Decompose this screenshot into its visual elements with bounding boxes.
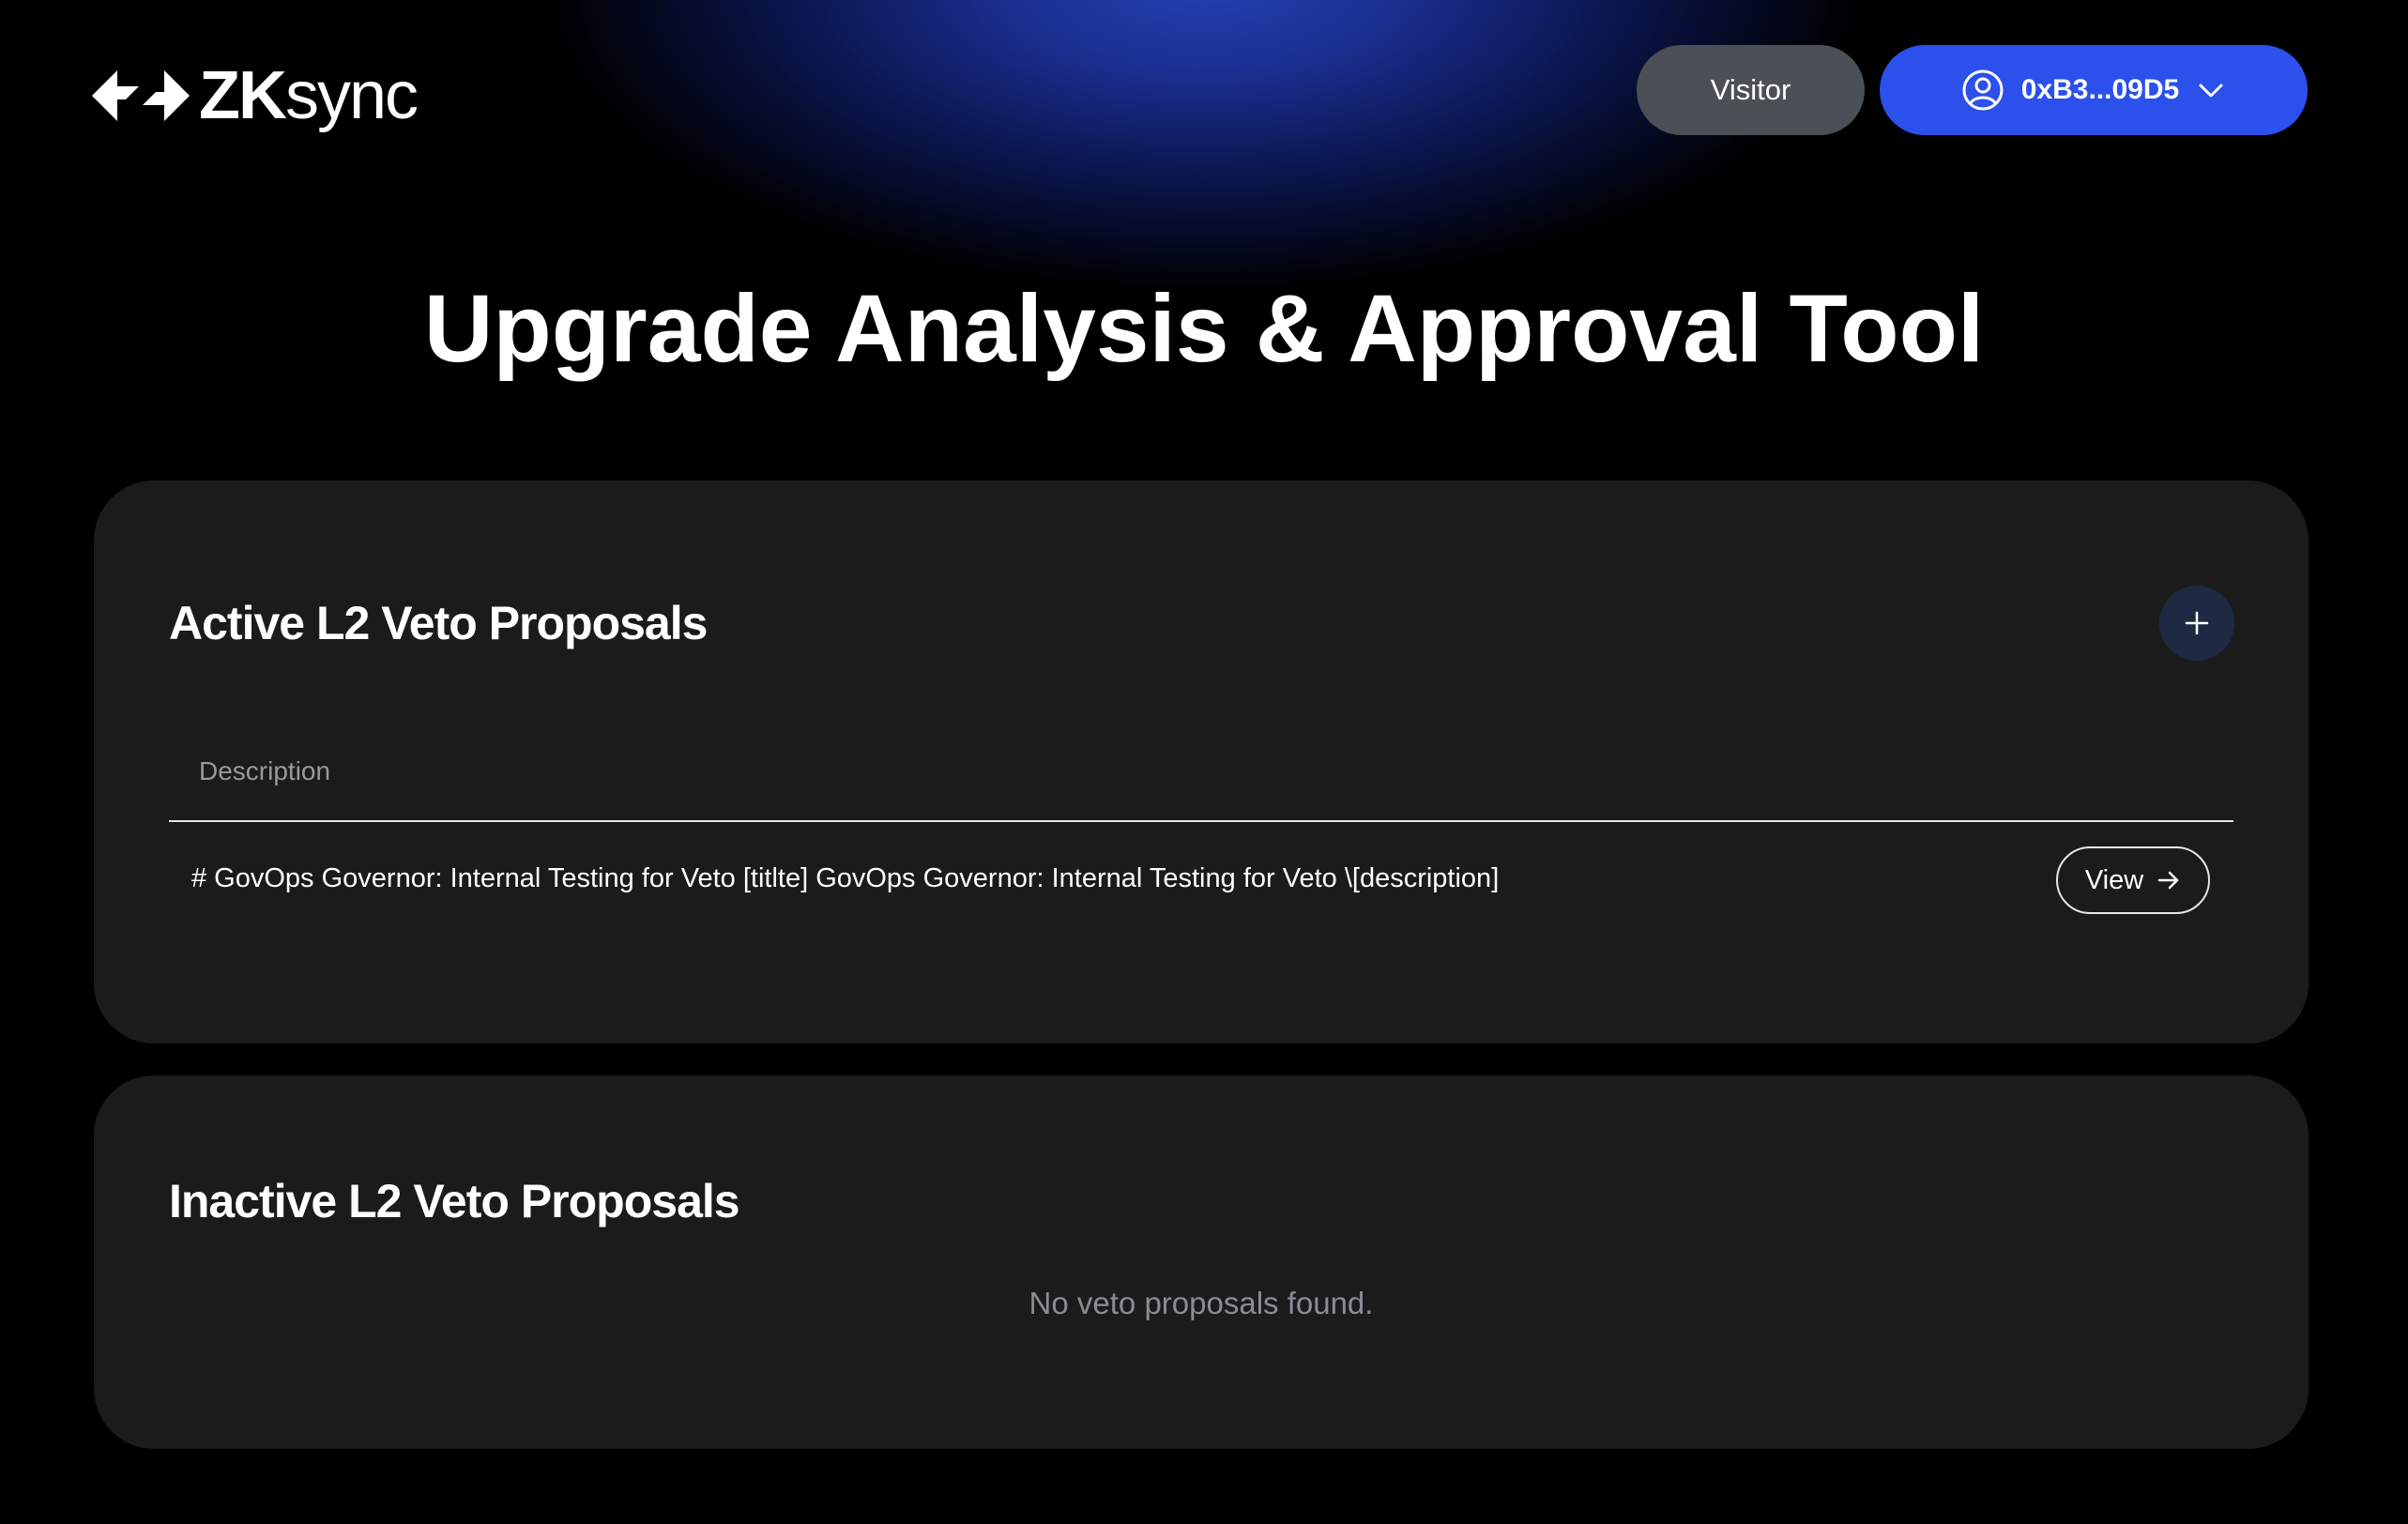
wallet-address: 0xB3...09D5: [2020, 74, 2180, 105]
user-circle-icon: [1962, 69, 2004, 111]
active-proposals-table: Description # GovOps Governor: Internal …: [169, 724, 2233, 938]
chevron-down-icon: [2199, 84, 2223, 98]
active-proposals-title: Active L2 Veto Proposals: [169, 597, 708, 649]
column-header-description: Description: [199, 756, 331, 785]
add-proposal-button[interactable]: [2159, 586, 2234, 661]
zksync-logo-icon: [92, 70, 190, 121]
visitor-button[interactable]: Visitor: [1637, 45, 1865, 135]
proposal-description: # GovOps Governor: Internal Testing for …: [191, 863, 1500, 893]
empty-state-message: No veto proposals found.: [1029, 1286, 1374, 1320]
logo-wordmark: ZKsync: [199, 58, 419, 133]
plus-icon: [2185, 611, 2209, 635]
inactive-proposals-card: Inactive L2 Veto Proposals No veto propo…: [94, 1075, 2309, 1449]
table-row: # GovOps Governor: Internal Testing for …: [169, 822, 2233, 938]
arrow-right-icon: [2157, 871, 2179, 890]
inactive-proposals-title: Inactive L2 Veto Proposals: [169, 1175, 740, 1227]
page-title: Upgrade Analysis & Approval Tool: [423, 275, 1985, 382]
active-proposals-card: Active L2 Veto Proposals Description # G…: [94, 480, 2309, 1044]
wallet-account-button[interactable]: 0xB3...09D5: [1880, 45, 2308, 135]
visitor-button-label: Visitor: [1710, 73, 1791, 106]
view-button-label: View: [2084, 864, 2144, 895]
view-proposal-button[interactable]: View: [2056, 846, 2210, 914]
zksync-logo[interactable]: ZKsync: [92, 58, 419, 133]
table-header: Description: [169, 724, 2233, 822]
